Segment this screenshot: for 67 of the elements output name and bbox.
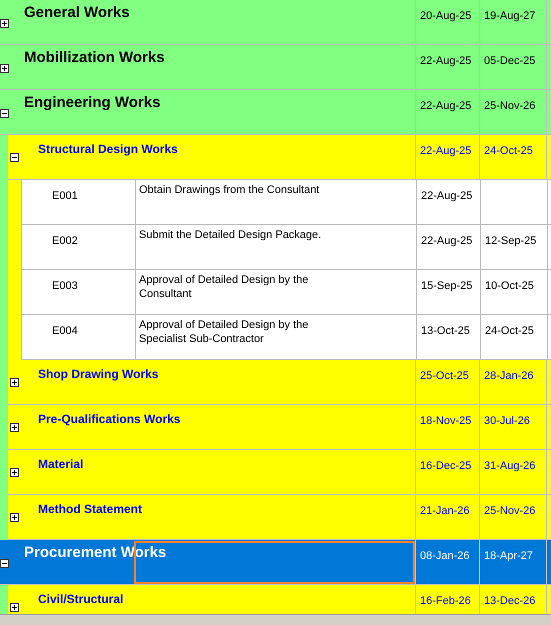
start-date: 22-Aug-25 <box>420 55 472 67</box>
task-id: E002 <box>52 235 78 247</box>
start-date: 16-Dec-25 <box>420 460 472 472</box>
finish-date: 10-Oct-25 <box>485 280 534 292</box>
task-id: E001 <box>52 190 78 202</box>
task-id: E003 <box>52 280 78 292</box>
start-date: 13-Oct-25 <box>421 325 470 337</box>
group-row[interactable]: General Works 20-Aug-25 19-Aug-27 <box>0 0 551 45</box>
finish-date: 24-Oct-25 <box>484 145 533 157</box>
start-date: 21-Jan-26 <box>420 505 470 517</box>
finish-date: 25-Nov-26 <box>484 505 536 517</box>
plus-icon[interactable] <box>0 19 9 28</box>
subgroup-row[interactable]: Structural Design Works 22-Aug-25 24-Oct-25 <box>8 135 551 180</box>
minus-icon[interactable] <box>0 559 9 568</box>
task-name: Approval of Detailed Design by the Consultant <box>139 273 310 301</box>
task-name: Submit the Detailed Design Package. <box>139 228 322 242</box>
finish-date: 19-Aug-27 <box>484 10 536 22</box>
subgroup-row[interactable]: Civil/Structural 16-Feb-26 13-Dec-26 <box>8 585 551 614</box>
start-date: 15-Sep-25 <box>421 280 472 292</box>
finish-date: 31-Aug-26 <box>484 460 536 472</box>
task-row[interactable]: E003 Approval of Detailed Design by the Consultant 15-Sep-25 10-Oct-25 <box>21 270 551 315</box>
plus-icon[interactable] <box>10 423 19 432</box>
group-title: Engineering Works <box>24 94 160 111</box>
start-date: 16-Feb-26 <box>420 595 471 607</box>
start-date: 20-Aug-25 <box>420 10 472 22</box>
finish-date: 25-Nov-26 <box>484 100 536 112</box>
subgroup-title: Pre-Qualifications Works <box>38 412 180 426</box>
finish-date: 30-Jul-26 <box>484 415 530 427</box>
task-name: Approval of Detailed Design by the Specialist Sub-Contractor <box>139 318 310 346</box>
subgroup-title: Structural Design Works <box>38 142 178 156</box>
finish-date: 24-Oct-25 <box>485 325 534 337</box>
finish-date: 12-Sep-25 <box>485 235 536 247</box>
plus-icon[interactable] <box>10 513 19 522</box>
finish-date: 13-Dec-26 <box>484 595 536 607</box>
task-row[interactable]: E001 Obtain Drawings from the Consultant 22-Aug-25 <box>21 180 551 225</box>
task-row[interactable]: E002 Submit the Detailed Design Package. 22-Aug-25 12-Sep-25 <box>21 225 551 270</box>
plus-icon[interactable] <box>0 64 9 73</box>
subgroup-title: Civil/Structural <box>38 592 124 606</box>
finish-date: 28-Jan-26 <box>484 370 534 382</box>
start-date: 18-Nov-25 <box>420 415 472 427</box>
subgroup-row[interactable]: Pre-Qualifications Works 18-Nov-25 30-Jul-26 <box>8 405 551 450</box>
start-date: 22-Aug-25 <box>420 100 472 112</box>
subgroup-title: Method Statement <box>38 502 142 516</box>
plus-icon[interactable] <box>10 468 19 477</box>
subgroup-title: Material <box>38 457 84 471</box>
subgroup-title: Shop Drawing Works <box>38 367 158 381</box>
start-date: 22-Aug-25 <box>420 145 472 157</box>
finish-date: 05-Dec-25 <box>484 55 536 67</box>
start-date: 08-Jan-26 <box>420 550 470 562</box>
subgroup-row[interactable]: Shop Drawing Works 25-Oct-25 28-Jan-26 <box>8 360 551 405</box>
group-title: Mobillization Works <box>24 49 165 66</box>
plus-icon[interactable] <box>10 378 19 387</box>
minus-icon[interactable] <box>0 109 9 118</box>
task-id: E004 <box>52 325 78 337</box>
start-date: 22-Aug-25 <box>421 190 472 202</box>
group-title: General Works <box>24 4 130 21</box>
task-name: Obtain Drawings from the Consultant <box>139 183 320 197</box>
task-row[interactable]: E004 Approval of Detailed Design by the Specialist Sub-Contractor 13-Oct-25 24-Oct-25 <box>21 315 551 360</box>
finish-date: 18-Apr-27 <box>484 550 533 562</box>
subgroup-row[interactable]: Method Statement 21-Jan-26 25-Nov-26 <box>8 495 551 540</box>
start-date: 25-Oct-25 <box>420 370 469 382</box>
minus-icon[interactable] <box>10 153 19 162</box>
start-date: 22-Aug-25 <box>421 235 472 247</box>
group-row[interactable]: Engineering Works 22-Aug-25 25-Nov-26 <box>0 90 551 135</box>
subgroup-row[interactable]: Material 16-Dec-25 31-Aug-26 <box>8 450 551 495</box>
group-row[interactable]: Mobillization Works 22-Aug-25 05-Dec-25 <box>0 45 551 90</box>
plus-icon[interactable] <box>10 603 19 612</box>
